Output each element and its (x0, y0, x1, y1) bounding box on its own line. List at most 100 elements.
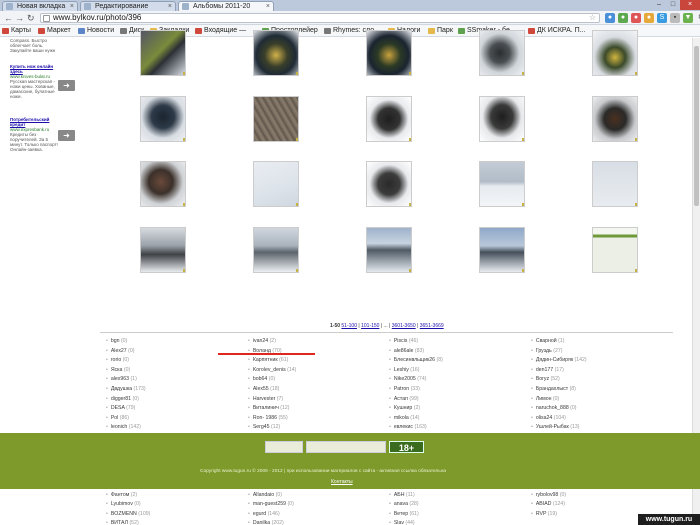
close-icon[interactable]: × (168, 2, 172, 11)
user-list-item[interactable]: • Астап (99) (389, 395, 529, 405)
user-name[interactable]: евлекис (394, 424, 413, 430)
user-list-item[interactable]: • Patron (33) (389, 385, 529, 395)
user-name[interactable]: Korolev_denis (253, 367, 286, 373)
user-list-item[interactable]: • rybolov98 (0) (531, 491, 671, 501)
user-name[interactable]: olisa24 (536, 415, 552, 421)
user-list-item[interactable]: • Карпятник (61) (248, 356, 388, 366)
user-list-item[interactable]: • digger81 (0) (106, 395, 246, 405)
user-list-item[interactable]: • Сварной (1) (531, 337, 671, 347)
user-name[interactable]: Дядин-Сибиряк (536, 357, 573, 363)
photo-thumbnail[interactable] (253, 227, 299, 273)
user-name[interactable]: Ron- 1986 (253, 415, 277, 421)
user-list-item[interactable]: • Nike2005 (74) (389, 375, 529, 385)
bookmark-item[interactable]: Маркет (38, 26, 71, 36)
bookmark-item[interactable]: ДК ИСКРА. П... (528, 26, 586, 36)
user-list-item[interactable]: • rorio (0) (106, 356, 246, 366)
ad-link[interactable]: Купить нож онлайн здесь (10, 64, 62, 74)
photo-thumbnail[interactable] (366, 161, 412, 207)
bookmark-star-icon[interactable]: ☆ (589, 14, 596, 22)
user-list-item[interactable]: • Alex55 (18) (248, 385, 388, 395)
reload-icon[interactable]: ↻ (27, 13, 35, 23)
user-name[interactable]: Pol (111, 415, 119, 421)
user-list-item[interactable]: • egurd (146) (248, 510, 388, 520)
user-list-item[interactable]: • ivan24 (2) (248, 337, 388, 347)
user-name[interactable]: DESA (111, 405, 125, 411)
photo-thumbnail[interactable] (592, 227, 638, 273)
user-name[interactable]: Leshiy (394, 367, 409, 373)
photo-thumbnail[interactable] (479, 30, 525, 76)
scrollbar-thumb[interactable] (694, 46, 699, 206)
page-info-icon[interactable] (43, 15, 50, 22)
bookmark-item[interactable]: Новости (78, 26, 114, 36)
back-arrow-icon[interactable]: ← (4, 13, 13, 23)
user-list-item[interactable]: • Korolev_denis (14) (248, 366, 388, 376)
user-name[interactable]: leonich (111, 424, 127, 430)
user-name[interactable]: naruchok_888 (536, 405, 569, 411)
user-list-item[interactable]: • Брандахлыст (8) (531, 385, 671, 395)
user-name[interactable]: rorio (111, 357, 121, 363)
user-name[interactable]: egurd (253, 511, 266, 517)
photo-thumbnail[interactable] (140, 161, 186, 207)
user-name[interactable]: Кушнир (394, 405, 412, 411)
photo-thumbnail[interactable] (253, 161, 299, 207)
close-icon[interactable]: × (70, 2, 74, 11)
user-list-item[interactable]: • Pol (86) (106, 414, 246, 424)
user-name[interactable]: Nike2005 (394, 376, 416, 382)
user-list-item[interactable]: • mikola (14) (389, 414, 529, 424)
user-name[interactable]: Лимон (536, 396, 552, 402)
tab-new[interactable]: Новая вкладка × (2, 1, 78, 11)
photo-thumbnail[interactable] (366, 96, 412, 142)
photo-thumbnail[interactable] (140, 96, 186, 142)
user-name[interactable]: Alex55 (253, 386, 269, 392)
user-name[interactable]: Boryz (536, 376, 549, 382)
user-list-item[interactable]: • евлекис (163) (389, 423, 529, 433)
user-name[interactable]: alex963 (111, 376, 129, 382)
user-list-item[interactable]: • leonich (142) (106, 423, 246, 433)
photo-thumbnail[interactable] (140, 30, 186, 76)
tab-albums[interactable]: Альбомы 2011-20 × (178, 1, 274, 11)
user-list-item[interactable]: • Allandaio (0) (248, 491, 388, 501)
maximize-icon[interactable]: □ (666, 0, 680, 10)
user-list-item[interactable]: • anava (28) (389, 500, 529, 510)
user-name[interactable]: Danilka (253, 520, 270, 525)
user-name[interactable]: ale86ale (394, 348, 414, 354)
user-name[interactable]: anava (394, 501, 408, 507)
extension-icon[interactable]: ▼ (683, 13, 693, 23)
user-name[interactable]: Фантом (111, 492, 129, 498)
photo-thumbnail[interactable] (479, 161, 525, 207)
user-name[interactable]: Serg45 (253, 424, 270, 430)
photo-thumbnail[interactable] (366, 30, 412, 76)
user-list-item[interactable]: • Harvester (7) (248, 395, 388, 405)
user-name[interactable]: Patron (394, 386, 409, 392)
user-list-item[interactable]: • Ушлей-Рыбак (13) (531, 423, 671, 433)
user-list-item[interactable]: • Ron- 1986 (55) (248, 414, 388, 424)
photo-thumbnail[interactable] (140, 227, 186, 273)
close-icon[interactable]: × (266, 2, 270, 11)
counter-badge[interactable] (306, 441, 386, 453)
tab-edit[interactable]: Редактирование × (80, 1, 176, 11)
user-list-item[interactable]: • Воланд (70) (248, 347, 388, 357)
user-name[interactable]: Harvester (253, 396, 276, 402)
user-name[interactable]: Сварной (536, 338, 557, 344)
user-name[interactable]: bob64 (253, 376, 267, 382)
user-list-item[interactable]: • man-guest259 (0) (248, 500, 388, 510)
user-name[interactable]: Allandaio (253, 492, 274, 498)
user-name[interactable]: RVP (536, 511, 546, 517)
photo-thumbnail[interactable] (592, 96, 638, 142)
user-name[interactable]: Астап (394, 396, 408, 402)
forward-arrow-icon[interactable]: → (15, 13, 24, 23)
user-name[interactable]: man-guest259 (253, 501, 286, 507)
user-list-item[interactable]: • Ветер (61) (389, 510, 529, 520)
minimize-icon[interactable]: – (652, 0, 666, 10)
extension-icon[interactable]: ● (631, 13, 641, 23)
bookmark-item[interactable]: Парк (428, 26, 453, 36)
user-name[interactable]: mikola (394, 415, 409, 421)
photo-thumbnail[interactable] (253, 96, 299, 142)
user-list-item[interactable]: • naruchok_888 (0) (531, 404, 671, 414)
user-name[interactable]: Брандахлыст (536, 386, 568, 392)
pager-link[interactable]: 3601-3650 (392, 323, 416, 329)
user-list-item[interactable]: • Lyubimov (0) (106, 500, 246, 510)
wrench-icon[interactable]: ⚙ (696, 13, 700, 23)
user-name[interactable]: Lyubimov (111, 501, 133, 507)
user-list-item[interactable]: • Leshiy (16) (389, 366, 529, 376)
